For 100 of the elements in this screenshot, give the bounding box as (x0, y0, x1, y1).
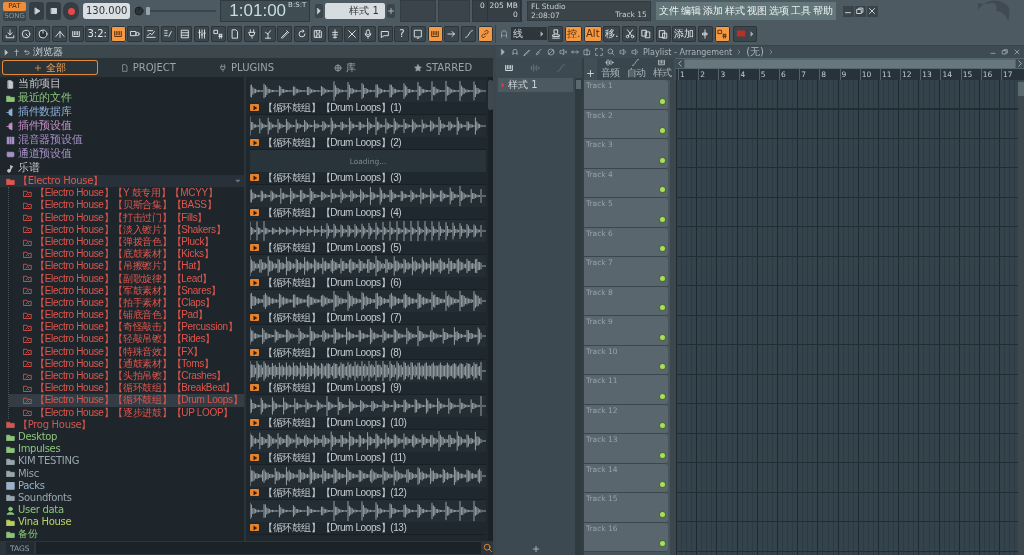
toolbar-button[interactable] (210, 25, 226, 42)
track-led[interactable] (660, 364, 665, 369)
pin-icon[interactable] (13, 48, 20, 56)
browser-item[interactable]: 【Electro House】【打击过门】【Fills】 (9, 211, 244, 224)
toolbar-button[interactable]: 添加 (672, 25, 697, 42)
chevron-right-icon[interactable] (1016, 59, 1024, 68)
speaker-icon[interactable] (619, 48, 627, 56)
restore-button[interactable] (854, 5, 866, 17)
scrollbar-thumb[interactable] (488, 80, 493, 110)
browser-item[interactable]: Vina House (0, 516, 244, 529)
toolbar-button[interactable] (655, 25, 671, 42)
browser-item[interactable]: User data (0, 504, 244, 517)
browser-item[interactable]: 【Electro House】【Y 鼓专用】【MCYY】 (9, 187, 244, 200)
zoom-icon[interactable] (607, 48, 615, 56)
track-led[interactable] (660, 482, 665, 487)
toolbar-button[interactable] (2, 25, 17, 42)
browser-item[interactable]: 【Electro House】【循环鼓组】【Drum Loops】 (9, 394, 244, 407)
browser-item[interactable]: 【Electro House】【弹拨音色】【Pluck】 (9, 235, 244, 249)
browser-item[interactable]: Impulses (0, 443, 244, 456)
toolbar-button[interactable] (310, 25, 326, 42)
slip-icon[interactable] (571, 48, 579, 56)
pencil-icon[interactable] (523, 48, 531, 56)
magnet-icon[interactable] (511, 48, 519, 56)
browser-item[interactable]: 混音器预设值 (0, 133, 244, 147)
curve-icon[interactable] (631, 58, 640, 67)
track-led[interactable] (660, 275, 665, 281)
toolbar-button[interactable] (360, 25, 376, 42)
play-button[interactable] (250, 314, 259, 321)
browser-item[interactable]: 【Prog House】 (0, 418, 244, 431)
tempo-field[interactable]: 130.000 (83, 3, 131, 19)
browser-item[interactable]: 【Electro House】【军鼓素材】【Snares】 (9, 284, 244, 297)
toolbar-button[interactable]: 3:2: (85, 25, 109, 42)
toolbar-button[interactable]: 移. (603, 25, 621, 42)
play-button[interactable] (250, 349, 259, 356)
wave-icon[interactable] (605, 58, 614, 67)
browser-item[interactable]: 【Electro House】【拍手素材】【Claps】 (9, 296, 244, 310)
play-button[interactable] (250, 524, 259, 531)
toolbar-button[interactable] (344, 25, 360, 42)
close-button[interactable] (866, 5, 878, 17)
menu-item[interactable]: 添加 (702, 4, 723, 18)
track-led[interactable] (660, 452, 665, 458)
browser-item[interactable]: 【Electro House】【淡入镲片】【Shakers】 (9, 223, 244, 236)
toolbar-button[interactable] (227, 25, 243, 42)
toolbar-button[interactable]: 控. (565, 25, 583, 42)
undo-icon[interactable] (23, 48, 30, 56)
minimize-button[interactable] (842, 5, 854, 17)
toolbar-button[interactable]: ? (394, 25, 410, 42)
add-icon[interactable] (386, 4, 395, 18)
browser-item[interactable]: 【Electro House】 (0, 175, 244, 188)
browser-tab[interactable]: PROJECT (100, 60, 197, 75)
menu-item[interactable]: 视图 (746, 4, 767, 18)
restore-icon[interactable] (1001, 48, 1009, 56)
track-led[interactable] (660, 187, 665, 192)
play-button[interactable] (250, 279, 259, 286)
menu-item[interactable]: 工具 (790, 4, 811, 18)
dial-icon[interactable] (134, 6, 145, 16)
toolbar-button[interactable] (194, 25, 210, 42)
toolbar-button[interactable] (110, 25, 126, 42)
track-led[interactable] (660, 305, 665, 310)
piano-icon[interactable] (657, 58, 666, 67)
track-led[interactable] (660, 541, 665, 546)
toolbar-button[interactable] (294, 25, 310, 42)
play-button[interactable] (250, 419, 259, 426)
browser-item[interactable]: KIM TESTING (0, 455, 244, 468)
toolbar-button[interactable] (277, 25, 293, 42)
caret-right-icon[interactable] (3, 48, 10, 56)
pattern-selector[interactable]: 样式 1 (325, 3, 385, 19)
play-button[interactable] (250, 489, 259, 496)
breadcrumb[interactable]: (无) (746, 46, 765, 58)
caret-right-icon[interactable] (315, 4, 324, 18)
add-icon[interactable] (531, 545, 540, 553)
toolbar-button[interactable]: Alt (584, 25, 602, 42)
track-led[interactable] (660, 393, 665, 399)
menu-item[interactable]: 编辑 (680, 4, 701, 18)
browser-tab[interactable]: STARRED (394, 60, 491, 75)
mute-icon[interactable] (559, 48, 567, 56)
play-button[interactable] (250, 104, 259, 111)
close-icon[interactable] (1013, 48, 1021, 56)
browser-item[interactable]: Soundfonts (0, 491, 244, 505)
play-button[interactable] (250, 244, 259, 251)
toolbar-button[interactable] (143, 25, 159, 42)
toolbar-button[interactable] (244, 25, 260, 42)
browser-item[interactable]: 乐谱 (0, 161, 244, 175)
toolbar-button[interactable] (327, 25, 343, 42)
scrollbar-thumb[interactable] (576, 80, 581, 89)
browser-tab[interactable]: PLUGINS (198, 60, 295, 75)
track-led[interactable] (660, 423, 665, 428)
play-button[interactable] (250, 174, 259, 181)
toolbar-button[interactable] (18, 25, 34, 42)
toolbar-button[interactable] (461, 25, 477, 42)
toolbar-button[interactable] (68, 25, 84, 42)
browser-item[interactable]: 【Electro House】【循环鼓组】【BreakBeat】 (9, 382, 244, 395)
browser-item[interactable]: Misc (0, 467, 244, 480)
slice-icon[interactable] (583, 48, 591, 56)
caret-left-icon[interactable] (676, 59, 684, 68)
menu-item[interactable]: 样式 (724, 4, 745, 18)
browser-item[interactable]: Desktop (0, 430, 244, 444)
browser-item[interactable]: 插件数据库 (0, 105, 244, 119)
track-led[interactable] (660, 157, 665, 163)
menu-item[interactable]: 帮助 (812, 4, 833, 18)
